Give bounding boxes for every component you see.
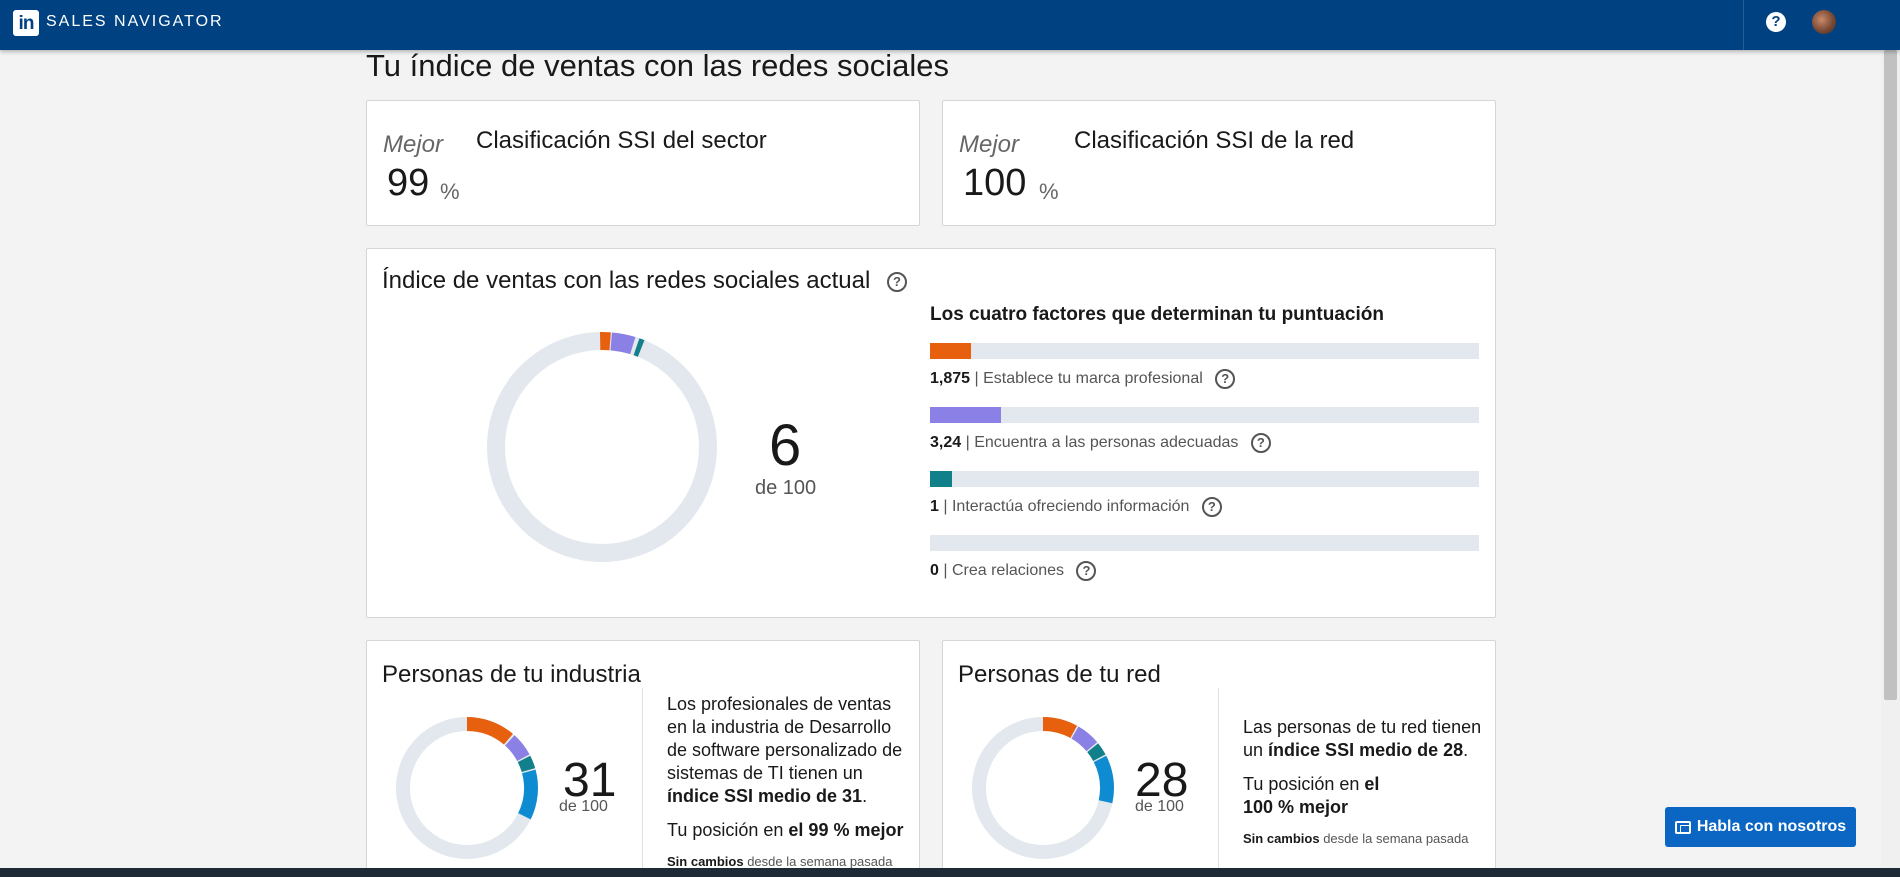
factor-label: 0 | Crea relaciones ?	[930, 561, 1097, 581]
factor-label: 3,24 | Encuentra a las personas adecuada…	[930, 433, 1271, 453]
industry-change: Sin cambios desde la semana pasada	[667, 854, 892, 869]
factor-bar-fill	[930, 407, 1002, 423]
avatar[interactable]	[1812, 10, 1836, 34]
taskbar-strip	[0, 868, 1900, 877]
donut-segment-interactua	[396, 717, 538, 859]
change-status: Sin cambios	[667, 854, 744, 869]
industry-position: Tu posición en el 99 % mejor	[667, 819, 917, 842]
factor-bar-track	[930, 343, 1479, 359]
factor-value: 1,875	[930, 370, 971, 388]
donut-segment-personas	[396, 717, 538, 859]
factor-bar-track	[930, 471, 1479, 487]
factor-separator: |	[965, 434, 970, 452]
factors-title: Los cuatro factores que determinan tu pu…	[930, 304, 1384, 325]
rank-value: 99	[387, 162, 430, 204]
question-circle-icon[interactable]: ?	[886, 271, 907, 292]
help-icon[interactable]: ?	[1766, 12, 1786, 32]
change-status: Sin cambios	[1243, 831, 1320, 846]
divider	[1218, 688, 1219, 877]
industry-position-text: Tu posición en	[667, 820, 784, 840]
network-position: Tu posición en el 100 % mejor	[1243, 773, 1393, 819]
chat-button-label: Habla con nosotros	[1696, 818, 1847, 835]
ssi-out-of: de 100	[755, 477, 817, 499]
question-circle-icon[interactable]: ?	[1215, 369, 1236, 389]
industry-title: Personas de tu industria	[382, 661, 641, 688]
rank-unit: %	[440, 179, 460, 204]
donut-track	[487, 332, 717, 562]
ssi-title-text: Índice de ventas con las redes sociales …	[382, 267, 871, 294]
donut-segment-relaciones	[972, 717, 1114, 859]
linkedin-logo-icon[interactable]: in	[13, 10, 39, 36]
network-position-prefix: el	[1364, 774, 1380, 794]
network-position-value: 100 % mejor	[1243, 797, 1349, 817]
question-circle-icon[interactable]: ?	[1201, 497, 1222, 517]
factor-bar-fill	[930, 471, 952, 487]
factor-name: Interactúa ofreciendo información	[951, 498, 1190, 516]
chat-button[interactable]: Habla con nosotros	[1665, 807, 1856, 847]
change-period: desde la semana pasada	[1323, 831, 1469, 846]
factor-bar-fill	[930, 343, 972, 359]
industry-text: Los profesionales de ventas en la indust…	[667, 694, 903, 783]
network-donut-chart	[972, 717, 1114, 859]
industry-average: índice SSI medio de 31	[667, 786, 863, 806]
factor-label: 1,875 | Establece tu marca profesional ?	[930, 369, 1236, 389]
network-description: Las personas de tu red tienen un índice …	[1243, 716, 1483, 762]
rank-title: Clasificación SSI de la red	[1074, 127, 1355, 154]
network-position-text: Tu posición en	[1243, 774, 1360, 794]
donut-segment-relaciones	[396, 717, 538, 859]
ssi-donut-chart	[487, 332, 717, 563]
factor-name: Crea relaciones	[951, 562, 1065, 580]
network-rank-card: Mejor Clasificación SSI de la red 100 %	[942, 100, 1496, 226]
factor-value: 0	[930, 562, 939, 580]
factor-bar-track	[930, 407, 1479, 423]
factor-label: 1 | Interactúa ofreciendo información ?	[930, 497, 1222, 517]
factor-name: Encuentra a las personas adecuadas	[974, 434, 1239, 452]
network-average: índice SSI medio de 28	[1268, 740, 1464, 760]
industry-description: Los profesionales de ventas en la indust…	[667, 693, 907, 808]
donut-segment-interactua	[972, 717, 1114, 859]
network-title: Personas de tu red	[958, 661, 1161, 688]
industry-donut-chart	[396, 717, 538, 859]
brand-name[interactable]: SALES NAVIGATOR	[46, 13, 224, 31]
network-text-end: .	[1463, 740, 1469, 760]
industry-card: Personas de tu industria 31 de 100 Los p…	[366, 640, 920, 877]
factor-name: Establece tu marca profesional	[983, 370, 1203, 388]
rank-label: Mejor	[959, 131, 1020, 158]
factor-separator: |	[974, 370, 979, 388]
chat-bubbles-icon	[1674, 820, 1691, 834]
donut-segment-personas	[972, 717, 1114, 859]
factor-bar-track	[930, 535, 1479, 551]
ssi-score: 6	[769, 413, 802, 478]
top-nav-bar: in SALES NAVIGATOR ?	[0, 0, 1900, 50]
change-period: desde la semana pasada	[747, 854, 893, 869]
current-ssi-card: Índice de ventas con las redes sociales …	[366, 248, 1496, 618]
page-title: Tu índice de ventas con las redes social…	[366, 48, 950, 83]
rank-unit: %	[1039, 179, 1059, 204]
donut-segment-interactua	[487, 332, 717, 562]
rank-title: Clasificación SSI del sector	[476, 127, 767, 154]
network-card: Personas de tu red 28 de 100 Las persona…	[942, 640, 1496, 877]
question-circle-icon[interactable]: ?	[1076, 561, 1097, 581]
nav-divider	[1743, 0, 1744, 50]
question-circle-icon[interactable]: ?	[1250, 433, 1271, 453]
ssi-title: Índice de ventas con las redes sociales …	[382, 267, 907, 295]
rank-label: Mejor	[383, 131, 444, 158]
divider	[642, 688, 643, 877]
rank-value: 100	[963, 162, 1027, 204]
factor-separator: |	[943, 562, 948, 580]
industry-out-of: de 100	[559, 798, 608, 815]
factor-separator: |	[943, 498, 948, 516]
industry-text-end: .	[862, 786, 868, 806]
network-out-of: de 100	[1135, 798, 1184, 815]
scrollbar-thumb[interactable]	[1884, 50, 1897, 700]
sector-rank-card: Mejor Clasificación SSI del sector 99 %	[366, 100, 920, 226]
factor-value: 1	[930, 498, 939, 516]
factor-value: 3,24	[930, 434, 962, 452]
industry-position-value: el 99 % mejor	[788, 820, 904, 840]
network-change: Sin cambios desde la semana pasada	[1243, 831, 1468, 846]
